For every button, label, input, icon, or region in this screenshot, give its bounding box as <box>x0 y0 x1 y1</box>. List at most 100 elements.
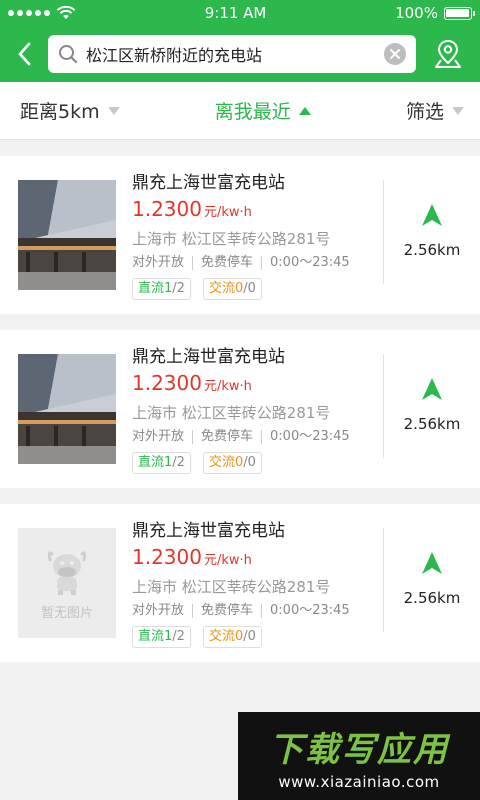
price-row: 1.2300 元/kw·h <box>132 545 383 573</box>
filter-distance[interactable]: 距离5km <box>20 97 120 124</box>
station-address: 上海市 松江区莘砖公路281号 <box>132 578 331 596</box>
no-image-text: 暂无图片 <box>40 605 93 621</box>
dc-charger-badge: 直流1/2 <box>132 452 191 474</box>
station-name: 鼎充上海世富充电站 <box>132 521 285 541</box>
ac-charger-badge: 交流0/0 <box>202 626 262 648</box>
price-unit: 元/kw·h <box>203 379 252 394</box>
watermark-title: 下载写应用 <box>269 729 449 770</box>
ac-total: /0 <box>243 455 256 470</box>
watermark-url: www.xiazainiao.com <box>278 772 440 791</box>
dc-total: /2 <box>172 455 185 470</box>
divider <box>192 430 194 444</box>
station-price: 1.2300 <box>132 197 202 221</box>
navigation-arrow-icon <box>422 552 442 574</box>
filter-sort-nearest[interactable]: 离我最近 <box>215 97 311 124</box>
parking-info: 免费停车 <box>201 255 254 270</box>
access-type: 对外开放 <box>132 603 185 618</box>
navigate-button[interactable]: 2.56km <box>384 172 480 298</box>
close-icon <box>390 49 400 59</box>
price-unit: 元/kw·h <box>203 205 252 220</box>
open-hours: 0:00～23:45 <box>270 603 350 618</box>
battery-percent: 100% <box>395 4 438 22</box>
open-hours: 0:00～23:45 <box>270 429 350 444</box>
navigate-button[interactable]: 2.56km <box>384 520 480 646</box>
search-input[interactable]: 松江区新桥附近的充电站 <box>48 35 416 73</box>
price-row: 1.2300 元/kw·h <box>132 371 383 399</box>
ac-charger-badge: 交流0/0 <box>202 452 262 474</box>
status-left <box>8 6 76 20</box>
station-card[interactable]: 暂无图片 鼎充上海世富充电站 1.2300 元/kw·h 上海市 松江区莘砖公路2… <box>0 504 480 662</box>
charger-tags: 直流1/2 交流0/0 <box>132 278 383 300</box>
watermark: 下载写应用 www.xiazainiao.com <box>238 712 480 800</box>
ac-label: 交流 <box>208 281 235 296</box>
filter-sort-label: 离我最近 <box>214 101 291 123</box>
open-hours: 0:00～23:45 <box>270 255 350 270</box>
station-photo <box>18 354 116 464</box>
dc-label: 直流 <box>138 629 165 644</box>
station-meta: 对外开放 免费停车 0:00～23:45 <box>132 427 383 447</box>
station-address: 上海市 松江区莘砖公路281号 <box>132 230 331 248</box>
back-button[interactable] <box>10 34 38 74</box>
map-view-button[interactable] <box>426 34 470 74</box>
triangle-up-icon <box>298 106 311 115</box>
access-type: 对外开放 <box>132 429 185 444</box>
ac-label: 交流 <box>208 455 235 470</box>
divider <box>261 256 263 270</box>
divider <box>261 604 263 618</box>
dc-label: 直流 <box>138 455 165 470</box>
status-right: 100% <box>395 4 475 22</box>
wifi-icon <box>56 6 76 19</box>
ac-available: 0 <box>234 455 244 470</box>
station-distance: 2.56km <box>403 241 461 259</box>
price-row: 1.2300 元/kw·h <box>132 197 383 225</box>
ac-available: 0 <box>234 281 244 296</box>
dc-label: 直流 <box>138 281 165 296</box>
triangle-down-icon <box>451 106 464 115</box>
station-meta: 对外开放 免费停车 0:00～23:45 <box>132 253 383 273</box>
ac-charger-badge: 交流0/0 <box>202 278 262 300</box>
search-query: 松江区新桥附近的充电站 <box>86 46 263 65</box>
station-card[interactable]: 鼎充上海世富充电站 1.2300 元/kw·h 上海市 松江区莘砖公路281号 对… <box>0 330 480 488</box>
filter-more-label: 筛选 <box>405 101 444 123</box>
battery-icon <box>443 6 475 20</box>
search-icon <box>59 45 78 64</box>
charger-tags: 直流1/2 交流0/0 <box>132 626 383 648</box>
station-meta: 对外开放 免费停车 0:00～23:45 <box>132 601 383 621</box>
cow-mascot-icon <box>47 550 87 595</box>
filter-bar: 距离5km 离我最近 筛选 <box>0 82 480 140</box>
status-time: 9:11 AM <box>204 4 267 22</box>
dc-charger-badge: 直流1/2 <box>132 626 191 648</box>
ac-label: 交流 <box>208 629 235 644</box>
dc-charger-badge: 直流1/2 <box>132 278 191 300</box>
station-photo-placeholder: 暂无图片 <box>18 528 116 638</box>
filter-more[interactable]: 筛选 <box>406 97 464 124</box>
ac-total: /0 <box>243 281 256 296</box>
parking-info: 免费停车 <box>201 603 254 618</box>
divider <box>261 430 263 444</box>
nav-bar: 松江区新桥附近的充电站 <box>0 26 480 82</box>
dc-total: /2 <box>172 281 185 296</box>
ac-available: 0 <box>234 629 244 644</box>
station-info: 鼎充上海世富充电站 1.2300 元/kw·h 上海市 松江区莘砖公路281号 对… <box>116 520 383 648</box>
charger-tags: 直流1/2 交流0/0 <box>132 452 383 474</box>
chevron-left-icon <box>18 42 31 66</box>
station-distance: 2.56km <box>403 589 461 607</box>
status-bar: 9:11 AM 100% <box>0 0 480 26</box>
triangle-down-icon <box>107 106 120 115</box>
station-list: 鼎充上海世富充电站 1.2300 元/kw·h 上海市 松江区莘砖公路281号 对… <box>0 140 480 662</box>
filter-distance-label: 距离5km <box>20 101 100 123</box>
divider <box>192 256 194 270</box>
station-address: 上海市 松江区莘砖公路281号 <box>132 404 331 422</box>
dc-total: /2 <box>172 629 185 644</box>
station-price: 1.2300 <box>132 545 202 569</box>
signal-strength-icon <box>8 10 50 16</box>
station-name: 鼎充上海世富充电站 <box>132 173 285 193</box>
navigate-button[interactable]: 2.56km <box>384 346 480 472</box>
station-photo <box>18 180 116 290</box>
clear-search-button[interactable] <box>384 43 406 65</box>
access-type: 对外开放 <box>132 255 185 270</box>
station-name: 鼎充上海世富充电站 <box>132 347 285 367</box>
station-card[interactable]: 鼎充上海世富充电站 1.2300 元/kw·h 上海市 松江区莘砖公路281号 对… <box>0 156 480 314</box>
navigation-arrow-icon <box>422 378 442 400</box>
station-info: 鼎充上海世富充电站 1.2300 元/kw·h 上海市 松江区莘砖公路281号 对… <box>116 346 383 474</box>
